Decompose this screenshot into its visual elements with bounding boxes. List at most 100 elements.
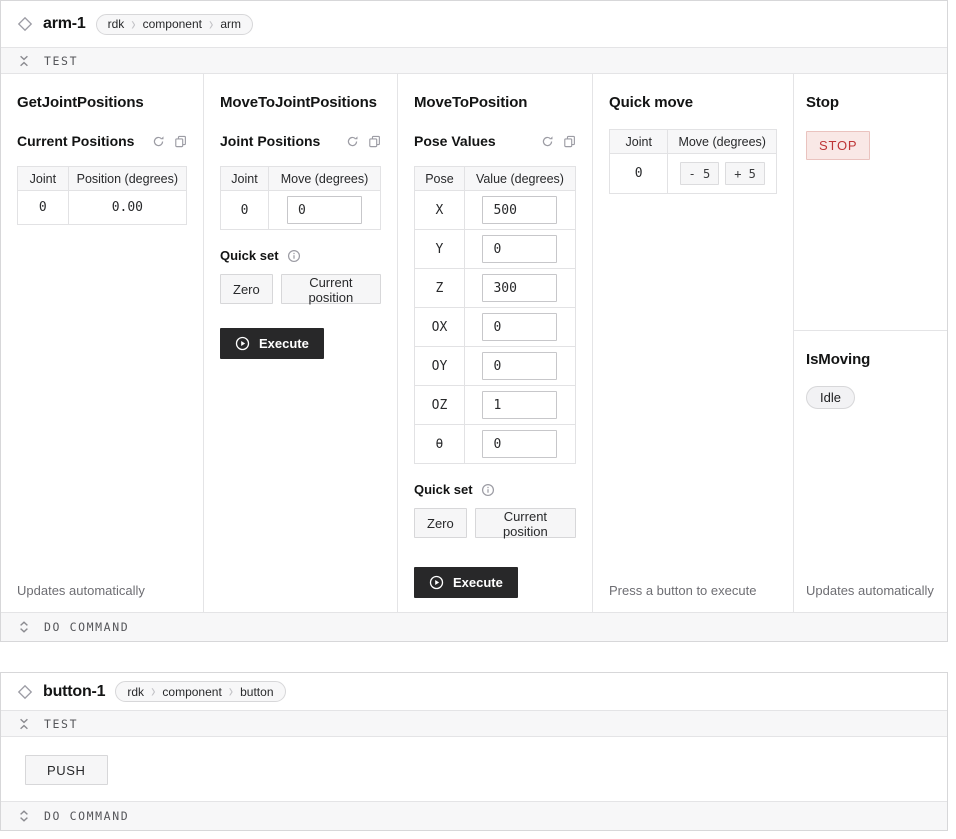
stop-section: Stop STOP <box>794 74 947 330</box>
move-minus-5-button[interactable]: - 5 <box>680 162 720 185</box>
component-diamond-icon <box>17 16 33 32</box>
pose-label: Y <box>415 230 465 269</box>
execute-button[interactable]: Execute <box>414 567 518 598</box>
push-button[interactable]: PUSH <box>25 755 108 785</box>
column-title: Quick move <box>609 94 777 112</box>
table-row: OY <box>415 347 576 386</box>
table-row: 0 - 5 + 5 <box>610 154 777 194</box>
chevron-right-icon: › <box>151 681 155 699</box>
chevron-right-icon: › <box>209 14 213 32</box>
pose-label: OX <box>415 308 465 347</box>
pose-oy-input[interactable] <box>482 352 557 380</box>
pose-label: OZ <box>415 386 465 425</box>
breadcrumb-item: component <box>143 18 202 30</box>
button-panel-header: button-1 rdk › component › button <box>1 673 947 710</box>
do-command-section-toggle[interactable]: DO COMMAND <box>1 612 947 641</box>
pose-label: θ <box>415 425 465 464</box>
table-row: 0 0.00 <box>18 191 187 225</box>
info-icon[interactable] <box>287 249 301 263</box>
status-badge: Idle <box>806 386 855 409</box>
column-title: IsMoving <box>806 351 935 369</box>
panel-title: button-1 <box>43 683 105 701</box>
pose-label: OY <box>415 347 465 386</box>
table-header-joint: Joint <box>18 167 69 191</box>
joint-index: 0 <box>221 191 269 230</box>
move-plus-5-button[interactable]: + 5 <box>725 162 765 185</box>
chevron-right-icon: › <box>229 681 233 699</box>
table-row: X <box>415 191 576 230</box>
pose-y-input[interactable] <box>482 235 557 263</box>
collapse-vertical-icon <box>18 718 30 730</box>
table-header-move: Move (degrees) <box>269 167 381 191</box>
current-position-button[interactable]: Current position <box>281 274 381 304</box>
table-row: Z <box>415 269 576 308</box>
table-row: 0 <box>221 191 381 230</box>
test-section-toggle[interactable]: TEST <box>1 47 947 74</box>
table-row: OZ <box>415 386 576 425</box>
zero-button[interactable]: Zero <box>414 508 467 538</box>
joint-move-input[interactable] <box>287 196 362 224</box>
refresh-icon[interactable] <box>541 135 554 148</box>
move-to-joint-positions-column: MoveToJointPositions Joint Positions <box>204 74 398 612</box>
test-section-label: TEST <box>44 717 78 731</box>
breadcrumb: rdk › component › button <box>115 681 285 702</box>
page: arm-1 rdk › component › arm TEST GetJoin… <box>0 0 956 831</box>
pose-z-input[interactable] <box>482 274 557 302</box>
execute-button[interactable]: Execute <box>220 328 324 359</box>
execute-label: Execute <box>453 575 503 590</box>
play-circle-icon <box>429 575 444 590</box>
table-header-move: Move (degrees) <box>668 130 777 154</box>
breadcrumb-item: component <box>162 686 221 698</box>
play-circle-icon <box>235 336 250 351</box>
table-header-joint: Joint <box>610 130 668 154</box>
execute-label: Execute <box>259 336 309 351</box>
pose-theta-input[interactable] <box>482 430 557 458</box>
pose-x-input[interactable] <box>482 196 557 224</box>
pose-label: Z <box>415 269 465 308</box>
do-command-label: DO COMMAND <box>44 809 129 823</box>
table-row: Y <box>415 230 576 269</box>
breadcrumb: rdk › component › arm <box>96 14 253 35</box>
is-moving-section: IsMoving Idle Updates automatically <box>794 330 947 612</box>
get-joint-positions-column: GetJointPositions Current Positions <box>1 74 204 612</box>
column-title: MoveToPosition <box>414 94 576 112</box>
pose-values-table: Pose Value (degrees) X Y Z <box>414 166 576 464</box>
table-header-joint: Joint <box>221 167 269 191</box>
press-button-note: Press a button to execute <box>609 583 777 598</box>
stop-button[interactable]: STOP <box>806 131 870 160</box>
pose-ox-input[interactable] <box>482 313 557 341</box>
move-to-position-column: MoveToPosition Pose Values <box>398 74 593 612</box>
button-test-content: PUSH <box>1 737 947 801</box>
do-command-label: DO COMMAND <box>44 620 129 634</box>
column-title: MoveToJointPositions <box>220 94 381 112</box>
joint-position-value: 0.00 <box>68 191 186 225</box>
stop-ismoving-column: Stop STOP IsMoving Idle Updates automati… <box>794 74 947 612</box>
table-header-position: Position (degrees) <box>68 167 186 191</box>
pose-oz-input[interactable] <box>482 391 557 419</box>
current-position-button[interactable]: Current position <box>475 508 576 538</box>
table-header-pose: Pose <box>415 167 465 191</box>
do-command-section-toggle[interactable]: DO COMMAND <box>1 801 947 830</box>
table-subtitle: Current Positions <box>17 133 134 149</box>
copy-icon[interactable] <box>174 135 187 148</box>
copy-icon[interactable] <box>368 135 381 148</box>
quick-move-table: Joint Move (degrees) 0 - 5 + 5 <box>609 129 777 194</box>
test-section-toggle[interactable]: TEST <box>1 710 947 737</box>
table-subtitle: Joint Positions <box>220 133 320 149</box>
zero-button[interactable]: Zero <box>220 274 273 304</box>
table-row: θ <box>415 425 576 464</box>
chevron-right-icon: › <box>131 14 135 32</box>
auto-update-note: Updates automatically <box>17 583 187 598</box>
refresh-icon[interactable] <box>152 135 165 148</box>
button-panel: button-1 rdk › component › button TEST P… <box>0 672 948 831</box>
breadcrumb-item: arm <box>220 18 241 30</box>
refresh-icon[interactable] <box>346 135 359 148</box>
current-positions-table: Joint Position (degrees) 0 0.00 <box>17 166 187 225</box>
test-section-label: TEST <box>44 54 78 68</box>
column-title: Stop <box>806 94 935 112</box>
info-icon[interactable] <box>481 483 495 497</box>
breadcrumb-item: button <box>240 686 273 698</box>
copy-icon[interactable] <box>563 135 576 148</box>
quick-move-column: Quick move Joint Move (degrees) 0 - 5 + … <box>593 74 794 612</box>
table-header-value: Value (degrees) <box>464 167 575 191</box>
